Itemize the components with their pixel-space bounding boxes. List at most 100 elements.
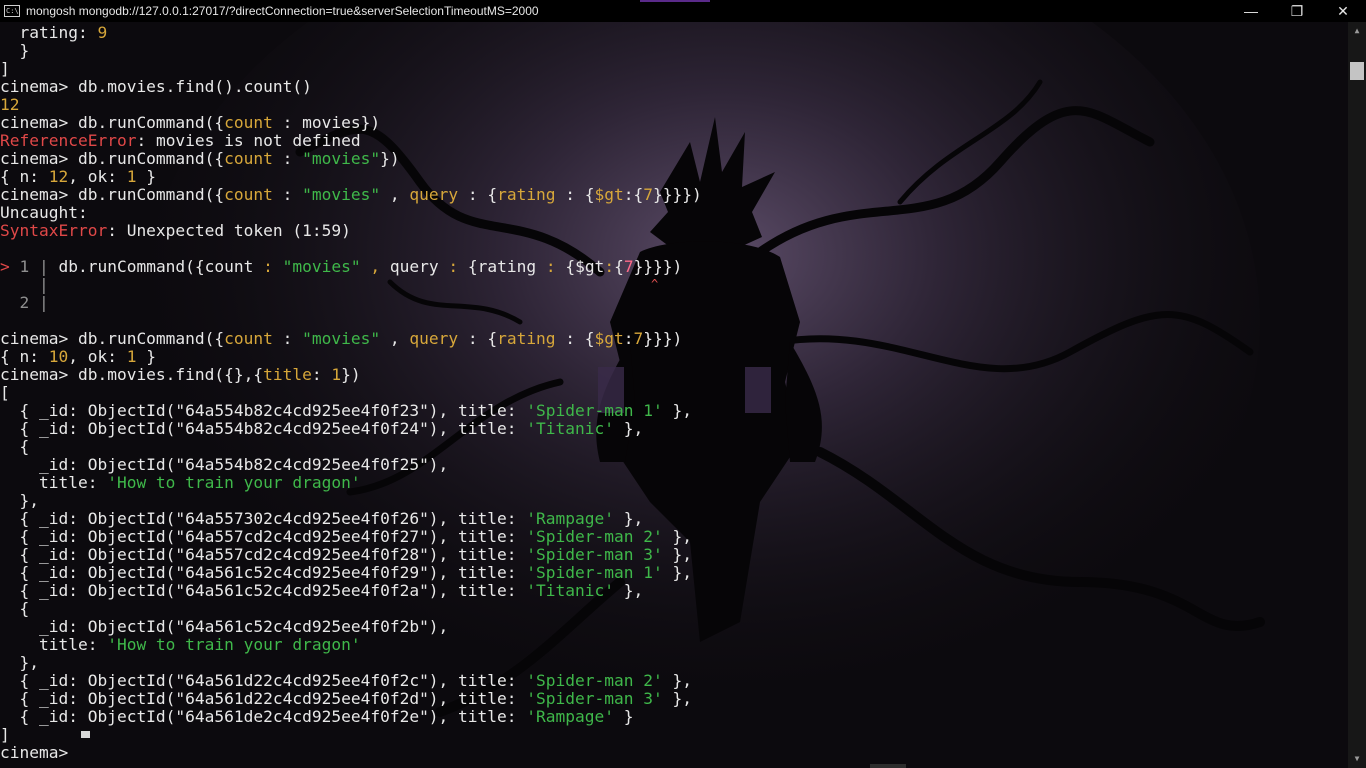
terminal-line: SyntaxError: Unexpected token (1:59) — [0, 222, 351, 240]
prompt-cursor[interactable] — [81, 731, 90, 738]
terminal-text-segment: cinema> db.runCommand({ — [0, 185, 225, 204]
scroll-up-arrow-icon[interactable]: ▲ — [1348, 22, 1366, 40]
terminal-text-segment: }, — [662, 671, 692, 690]
scrollbar-thumb[interactable] — [1350, 62, 1364, 80]
terminal-text-segment: count — [224, 113, 273, 132]
terminal-text-segment: }) — [341, 365, 361, 384]
terminal-text-segment: cinema> db.movies.find().count() — [0, 77, 312, 96]
terminal-line: > 1 | db.runCommand({count : "movies" , … — [0, 258, 682, 276]
terminal-text-segment: rating: — [0, 23, 98, 42]
terminal-text-segment: }, — [662, 401, 692, 420]
terminal-line: { _id: ObjectId("64a561de2c4cd925ee4f0f2… — [0, 707, 634, 726]
title-accent-strip — [640, 0, 710, 2]
terminal-text-segment: 2 | — [0, 293, 59, 312]
terminal-text-segment: count — [224, 329, 273, 348]
terminal-text-segment: 9 — [97, 23, 108, 42]
terminal-text-segment: ] — [0, 59, 10, 78]
terminal-text-segment: _id: ObjectId("64a554b82c4cd925ee4f0f25"… — [0, 455, 449, 474]
terminal-text-segment: { _id: ObjectId("64a561c52c4cd925ee4f0f2… — [0, 581, 527, 600]
terminal-line: { _id: ObjectId("64a561c52c4cd925ee4f0f2… — [0, 564, 692, 582]
terminal-line: | — [0, 276, 58, 294]
terminal-text-segment: { _id: ObjectId("64a561de2c4cd925ee4f0f2… — [0, 707, 527, 726]
terminal-text-segment: : movies is not defined — [136, 131, 361, 150]
terminal-text-segment: ReferenceError — [0, 131, 137, 150]
terminal-line: _id: ObjectId("64a554b82c4cd925ee4f0f25"… — [0, 456, 448, 474]
terminal-text-segment: : Unexpected token (1:59) — [107, 221, 351, 240]
terminal-text-segment: : { — [458, 185, 498, 204]
terminal-line: cinema> — [0, 744, 78, 762]
terminal-line: { n: 10, ok: 1 } — [0, 348, 156, 366]
terminal-line: ] — [0, 726, 10, 744]
terminal-text-segment: 'Rampage' — [526, 707, 614, 726]
terminal-text-segment: 'Titanic' — [526, 581, 614, 600]
terminal-text-segment: , — [380, 185, 410, 204]
terminal-text-segment: _id: ObjectId("64a561c52c4cd925ee4f0f2b"… — [0, 617, 449, 636]
terminal-line: cinema> db.movies.find().count() — [0, 78, 312, 96]
terminal-text-segment: } — [0, 41, 30, 60]
scroll-down-arrow-icon[interactable]: ▼ — [1348, 750, 1366, 768]
close-button[interactable]: ✕ — [1320, 0, 1366, 22]
terminal-text-segment: "movies" — [302, 185, 381, 204]
terminal-text-segment: 1 — [331, 365, 342, 384]
terminal-line: _id: ObjectId("64a561c52c4cd925ee4f0f2b"… — [0, 618, 448, 636]
terminal-text-segment: 'How to train your dragon' — [107, 635, 361, 654]
terminal-text-segment: cinema> db.runCommand({ — [0, 113, 225, 132]
terminal-text-segment: : { — [555, 329, 595, 348]
terminal-text-segment: { _id: ObjectId("64a561c52c4cd925ee4f0f2… — [0, 563, 527, 582]
terminal-text-segment: : — [604, 257, 615, 276]
terminal-text-segment: }, — [614, 581, 644, 600]
terminal-text-segment: Uncaught: — [0, 203, 88, 222]
terminal-text-segment: 'Spider-man 1' — [526, 563, 663, 582]
window-title-bar[interactable]: C:\ mongosh mongodb://127.0.0.1:27017/?d… — [0, 0, 1366, 22]
terminal-text-segment: { _id: ObjectId("64a557cd2c4cd925ee4f0f2… — [0, 545, 527, 564]
terminal-text-segment: } — [136, 167, 156, 186]
terminal-line: title: 'How to train your dragon' — [0, 474, 361, 492]
terminal-text-segment: 'Spider-man 3' — [526, 689, 663, 708]
terminal-text-segment: title — [263, 365, 312, 384]
terminal-text-segment: count — [224, 185, 273, 204]
terminal-text-segment: , — [370, 257, 381, 276]
terminal-text-segment: : { — [555, 185, 595, 204]
terminal-text-segment: , ok: — [68, 347, 127, 366]
error-caret-marker: ^ — [651, 277, 659, 291]
terminal-text-segment: query — [380, 257, 449, 276]
terminal-line: ReferenceError: movies is not defined — [0, 132, 361, 150]
terminal-text-segment: }, — [0, 653, 39, 672]
terminal-text-segment: "movies" — [282, 257, 361, 276]
terminal-text-segment: {$gt — [555, 257, 605, 276]
terminal-text-segment: }) — [380, 149, 400, 168]
terminal-text-segment: 'Titanic' — [526, 419, 614, 438]
terminal-text-segment: { _id: ObjectId("64a554b82c4cd925ee4f0f2… — [0, 401, 527, 420]
minimize-button[interactable]: — — [1228, 0, 1274, 22]
terminal-text-segment: { — [0, 437, 30, 456]
vertical-scrollbar[interactable]: ▲ ▼ — [1348, 22, 1366, 768]
terminal-text-segment: | — [0, 275, 59, 294]
terminal-line: rating: 9 — [0, 24, 107, 42]
terminal-line: cinema> db.runCommand({count : "movies" … — [0, 186, 702, 204]
maximize-button[interactable]: ❐ — [1274, 0, 1320, 22]
terminal-text-segment: rating — [497, 185, 556, 204]
terminal-line: Uncaught: — [0, 204, 88, 222]
terminal-text-segment: : — [272, 329, 303, 348]
terminal-text-segment: SyntaxError — [0, 221, 108, 240]
terminal-text-segment: query — [409, 185, 459, 204]
terminal-text-segment: rating — [497, 329, 556, 348]
terminal-text-segment: { _id: ObjectId("64a557302c4cd925ee4f0f2… — [0, 509, 527, 528]
terminal-text-segment: , — [380, 329, 410, 348]
terminal-text-segment: cinema> db.runCommand({ — [0, 329, 225, 348]
terminal-text-segment: { — [0, 599, 30, 618]
terminal-line: ] — [0, 60, 10, 78]
terminal-text-segment: 'Spider-man 2' — [526, 527, 663, 546]
terminal-text-segment: : — [545, 257, 556, 276]
terminal-text-segment: } — [614, 707, 634, 726]
terminal-text-segment: 'Spider-man 1' — [526, 401, 663, 420]
terminal-line: { — [0, 438, 29, 456]
terminal-text-segment: { — [614, 257, 624, 276]
terminal-text-segment: }, — [662, 689, 692, 708]
terminal-text-segment: , ok: — [68, 167, 127, 186]
terminal-output[interactable]: rating: 9 }] cinema> db.movies.find().cou… — [0, 22, 1348, 768]
terminal-text-segment: }}}) — [643, 329, 683, 348]
terminal-line: { _id: ObjectId("64a557302c4cd925ee4f0f2… — [0, 510, 643, 528]
